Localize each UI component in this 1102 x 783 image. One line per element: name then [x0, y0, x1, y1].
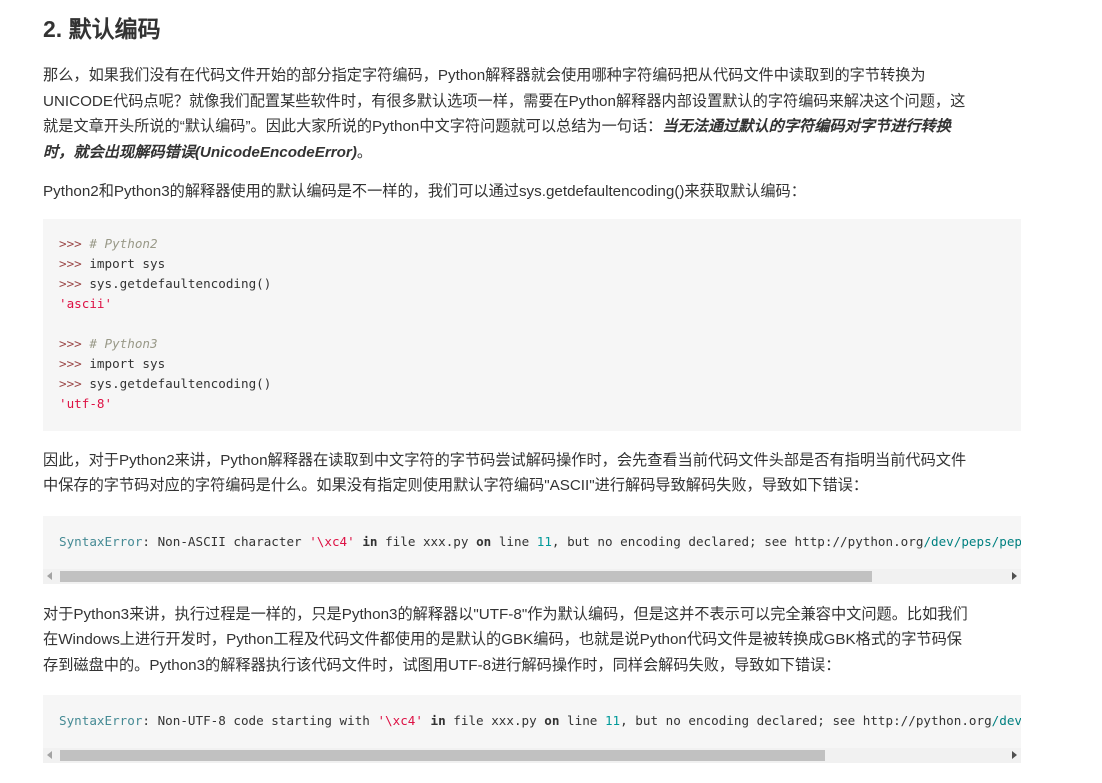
horizontal-scrollbar[interactable]: [43, 568, 1021, 584]
paragraph-python2-error: 因此，对于Python2来讲，Python解释器在读取到中文字符的字节码尝试解码…: [43, 451, 967, 495]
article-content: 2. 默认编码 那么，如果我们没有在代码文件开始的部分指定字符编码，Python…: [43, 0, 1021, 763]
code-block-getdefaultencoding: >>> # Python2 >>> import sys >>> sys.get…: [43, 218, 1021, 431]
code-block-utf8-error: SyntaxError: Non-UTF-8 code starting wit…: [43, 695, 1021, 763]
code-block-ascii-error: SyntaxError: Non-ASCII character '\xc4' …: [43, 515, 1021, 584]
scrollbar-thumb[interactable]: [60, 570, 872, 582]
code-line: >>> # Python3: [59, 335, 158, 351]
code-line: 'ascii': [59, 295, 113, 311]
paragraph-py2-py3: Python2和Python3的解释器使用的默认编码是不一样的，我们可以通过sy…: [43, 183, 806, 200]
scrollbar-thumb[interactable]: [60, 750, 825, 761]
code-line: SyntaxError: Non-UTF-8 code starting wit…: [59, 713, 1021, 728]
scroll-left-icon[interactable]: [47, 571, 52, 580]
code-line: SyntaxError: Non-ASCII character '\xc4' …: [59, 533, 1021, 549]
code-line: >>> sys.getdefaultencoding(): [59, 375, 272, 391]
para1-end: 。: [356, 143, 373, 161]
scroll-right-icon[interactable]: [1012, 571, 1017, 580]
code-line: >>> import sys: [59, 255, 166, 271]
paragraph-default-encoding: 那么，如果我们没有在代码文件开始的部分指定字符编码，Python解释器就会使用哪…: [43, 63, 1021, 165]
scroll-left-icon[interactable]: [47, 751, 52, 759]
para1-line3: 就是文章开头所说的“默认编码”。因此大家所说的Python中文字符问题就可以总结…: [43, 118, 663, 135]
section-heading: 2. 默认编码: [43, 16, 161, 42]
para1-line2: UNICODE代码点呢？就像我们配置某些软件时，有很多默认选项一样，需要在Pyt…: [43, 92, 966, 110]
code-line: >>> import sys: [59, 355, 166, 371]
paragraph-python3-error: 对于Python3来讲，执行过程是一样的，只是Python3的解释器以"UTF-…: [43, 605, 968, 674]
para1-emphasis-a: 当无法通过默认的字符编码对字节进行转换: [662, 118, 951, 135]
para1-emphasis-b: 时，就会出现解码错误(UnicodeEncodeError): [43, 143, 357, 161]
code-line: 'utf-8': [59, 395, 113, 411]
para1-line1: 那么，如果我们没有在代码文件开始的部分指定字符编码，Python解释器就会使用哪…: [43, 67, 926, 84]
scroll-right-icon[interactable]: [1012, 751, 1017, 759]
code-line: >>> # Python2: [59, 235, 158, 251]
code-line: >>> sys.getdefaultencoding(): [59, 275, 272, 291]
horizontal-scrollbar[interactable]: [43, 748, 1021, 763]
